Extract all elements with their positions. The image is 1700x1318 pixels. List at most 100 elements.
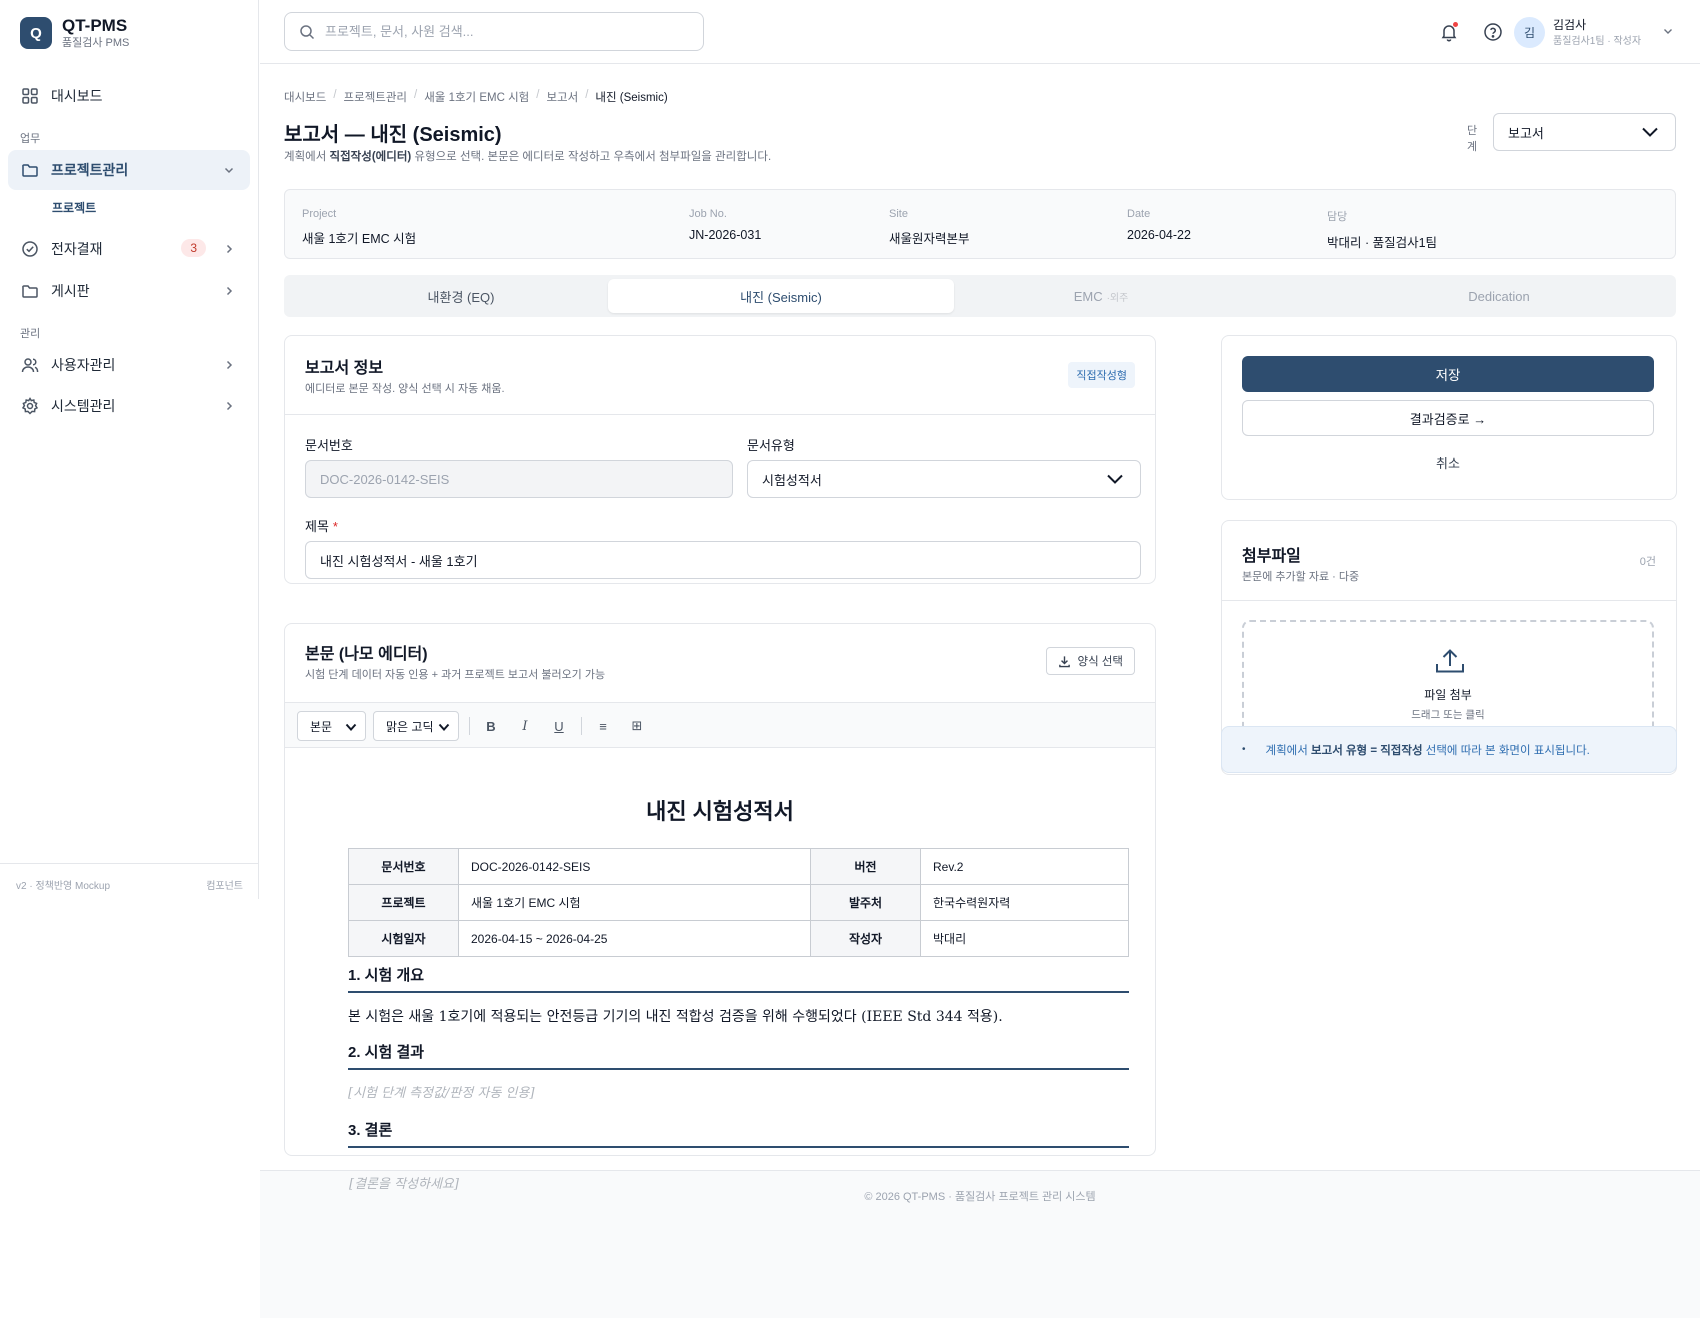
brand-logo: Q	[20, 17, 52, 49]
sidebar: Q QT-PMS 품질검사 PMS 대시보드 업무 프로젝트관리 프로젝트 전자…	[0, 0, 259, 899]
brand-subtitle: 품질검사 PMS	[62, 37, 130, 49]
breadcrumb-item[interactable]: 새울 1호기 EMC 시험	[424, 89, 529, 105]
section-heading[interactable]: 1. 시험 개요	[348, 964, 1129, 993]
attachments-subtitle: 본문에 추가할 자료 · 다중	[1242, 571, 1360, 583]
chevron-right-icon	[226, 244, 233, 254]
users-icon	[21, 356, 39, 374]
tab-emc[interactable]: EMC ·외주	[928, 279, 1274, 313]
meta-site: Site 새울원자력본부	[889, 208, 970, 246]
avatar[interactable]: 김	[1514, 17, 1545, 48]
sidebar-section-admin: 관리	[20, 328, 41, 340]
doc-no-field: DOC-2026-0142-SEIS	[305, 460, 733, 498]
tab-eq[interactable]: 내환경 (EQ)	[288, 279, 634, 313]
stage-label: 단계	[1467, 125, 1478, 153]
table-row: 시험일자 2026-04-15 ~ 2026-04-25 작성자 박대리	[348, 920, 1129, 957]
breadcrumb-item[interactable]: 프로젝트관리	[344, 89, 407, 105]
breadcrumb-item[interactable]: 보고서	[546, 89, 578, 105]
upload-icon	[1436, 649, 1464, 673]
sidebar-footer: v2 · 정책반영 Mockup 컴포넌트	[0, 863, 259, 899]
font-select[interactable]: 맑은 고딕	[373, 711, 459, 741]
attachments-count: 0건	[1639, 556, 1656, 568]
doc-type-select[interactable]: 시험성적서	[747, 460, 1141, 498]
subject-input[interactable]: 내진 시험성적서 - 새울 1호기	[305, 541, 1141, 579]
gear-icon	[21, 397, 39, 415]
components-link[interactable]: 컴포넌트	[206, 877, 243, 892]
sidebar-item-project-management[interactable]: 프로젝트관리	[8, 150, 250, 190]
bullet-icon: •	[1242, 744, 1246, 755]
notification-dot	[1453, 22, 1458, 27]
document-info-table[interactable]: 문서번호 DOC-2026-0142-SEIS 버전 Rev.2 프로젝트 새울 1호…	[348, 848, 1129, 957]
stage-select[interactable]: 보고서	[1493, 113, 1676, 151]
section-placeholder[interactable]: [시험 단계 측정값/판정 자동 인용]	[348, 1082, 535, 1101]
doc-type-value: 시험성적서	[762, 472, 822, 488]
sidebar-item-dashboard[interactable]: 대시보드	[8, 76, 250, 116]
list-button[interactable]: ≡	[591, 714, 615, 738]
sidebar-section-work: 업무	[20, 133, 41, 145]
brand[interactable]: Q QT-PMS 품질검사 PMS	[20, 16, 129, 50]
sidebar-subitem-project[interactable]: 프로젝트	[52, 199, 96, 216]
sidebar-item-user-management[interactable]: 사용자관리	[8, 345, 250, 385]
section-paragraph[interactable]: 본 시험은 새울 1호기에 적용되는 안전등급 기기의 내진 적합성 검증을 위…	[348, 1006, 1003, 1026]
sidebar-item-approval[interactable]: 전자결재 3	[8, 229, 250, 269]
breadcrumb-current: 내진 (Seismic)	[595, 92, 668, 104]
paragraph-style-select[interactable]: 본문	[297, 711, 366, 741]
user-role: 품질검사1팀 · 작성자	[1553, 36, 1642, 47]
template-select-button[interactable]: 양식 선택	[1046, 647, 1135, 675]
card-subtitle: 에디터로 본문 작성. 양식 선택 시 자동 채움.	[305, 383, 505, 395]
doc-no-label: 문서번호	[305, 438, 353, 453]
search-box[interactable]	[284, 12, 704, 51]
breadcrumb-item[interactable]: 대시보드	[284, 89, 326, 105]
notification-button[interactable]	[1439, 22, 1459, 42]
search-input[interactable]	[325, 24, 685, 39]
sidebar-item-label: 시스템관리	[51, 398, 116, 414]
chevron-down-icon[interactable]	[1662, 25, 1674, 37]
footer-copyright: © 2026 QT-PMS · 품질검사 프로젝트 관리 시스템	[864, 1191, 1096, 1203]
meta-project: Project 새울 1호기 EMC 시험	[302, 208, 417, 246]
bold-button[interactable]: B	[479, 714, 503, 738]
save-button[interactable]: 저장	[1242, 356, 1654, 392]
check-circle-icon	[21, 240, 39, 258]
italic-button[interactable]: I	[513, 714, 537, 738]
section-heading[interactable]: 3. 결론	[348, 1119, 1129, 1148]
card-title: 보고서 정보	[305, 360, 384, 377]
chevron-down-icon	[224, 167, 234, 174]
user-name: 김검사	[1553, 18, 1587, 32]
attachments-title: 첨부파일	[1242, 548, 1301, 565]
to-review-button[interactable]: 결과검증로 →	[1242, 400, 1654, 436]
page-footer: © 2026 QT-PMS · 품질검사 프로젝트 관리 시스템	[260, 1170, 1700, 1318]
grid-icon	[21, 87, 39, 105]
chevron-right-icon	[226, 360, 233, 370]
editor-title: 본문 (나모 에디터)	[305, 646, 428, 663]
search-icon	[300, 24, 315, 39]
info-notice: • 계획에서 보고서 유형 = 직접작성 선택에 따라 본 화면이 표시됩니다.	[1221, 726, 1677, 773]
chevron-down-icon	[345, 723, 357, 731]
folder-icon	[21, 282, 39, 300]
project-meta-bar: Project 새울 1호기 EMC 시험 Job No. JN-2026-031 …	[284, 189, 1676, 259]
table-row: 문서번호 DOC-2026-0142-SEIS 버전 Rev.2	[348, 848, 1129, 885]
document-title[interactable]: 내진 시험성적서	[285, 794, 1155, 826]
stage-select-value: 보고서	[1508, 125, 1544, 141]
underline-button[interactable]: U	[547, 714, 571, 738]
help-button[interactable]	[1483, 22, 1503, 42]
doc-type-label: 문서유형	[747, 438, 795, 453]
editor-subtitle: 시험 단계 데이터 자동 인용 + 과거 프로젝트 보고서 불러오기 가능	[305, 669, 606, 681]
chevron-down-icon	[438, 723, 450, 731]
cancel-button[interactable]: 취소	[1242, 444, 1654, 480]
required-mark: *	[332, 519, 338, 534]
version-label: v2 · 정책반영 Mockup	[16, 881, 111, 892]
table-button[interactable]: ⊞	[625, 714, 649, 738]
download-icon	[1059, 655, 1071, 667]
meta-date: Date 2026-04-22	[1127, 208, 1191, 242]
tab-seismic[interactable]: 내진 (Seismic)	[608, 279, 954, 313]
topbar: 김 김검사 품질검사1팀 · 작성자	[260, 0, 1700, 64]
sidebar-item-board[interactable]: 게시판	[8, 271, 250, 311]
help-icon	[1484, 23, 1502, 41]
chevron-down-icon	[1107, 474, 1123, 484]
breadcrumb: 대시보드 / 프로젝트관리 / 새울 1호기 EMC 시험 / 보고서 / 내진 (Se…	[284, 89, 668, 105]
section-placeholder[interactable]: [결론을 작성하세요]	[349, 1173, 459, 1192]
brand-name: QT-PMS	[62, 16, 128, 35]
tab-dedication[interactable]: Dedication	[1326, 279, 1672, 313]
subject-label: 제목 *	[305, 519, 338, 534]
section-heading[interactable]: 2. 시험 결과	[348, 1041, 1129, 1070]
sidebar-item-system-management[interactable]: 시스템관리	[8, 386, 250, 426]
